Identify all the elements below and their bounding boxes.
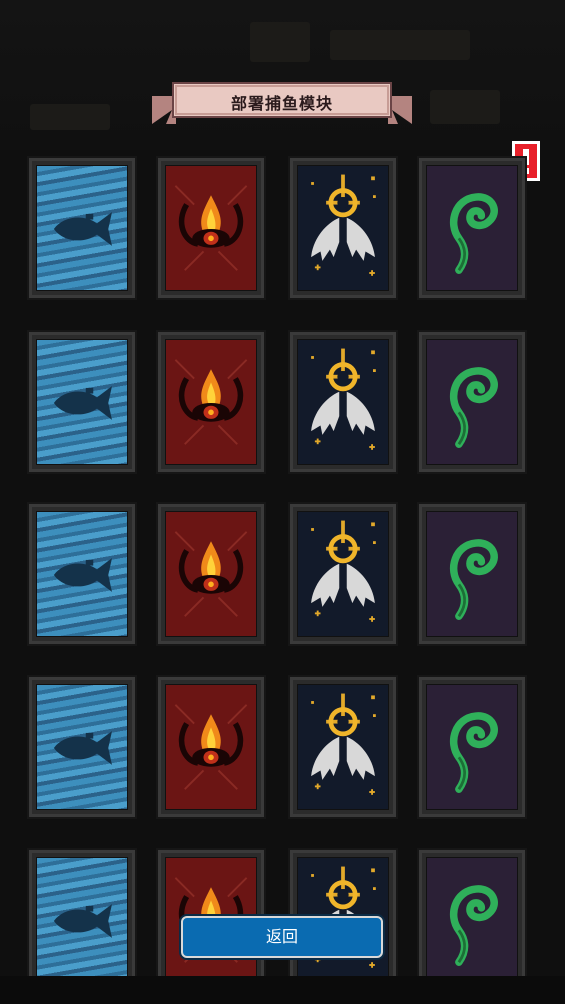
fire-eye-icon xyxy=(165,684,257,810)
background-shape xyxy=(430,90,500,124)
module-card-water-fish[interactable] xyxy=(27,848,137,976)
green-spiral-icon xyxy=(426,165,518,291)
winged-sun-icon xyxy=(297,165,389,291)
water-fish-icon xyxy=(36,857,128,976)
grid-row xyxy=(27,156,532,306)
background-shape xyxy=(330,30,470,60)
grid-row xyxy=(27,330,532,480)
fire-eye-icon xyxy=(165,339,257,465)
module-card-green-spiral[interactable] xyxy=(417,330,527,474)
winged-sun-icon xyxy=(297,339,389,465)
module-card-water-fish[interactable] xyxy=(27,330,137,474)
module-grid xyxy=(27,156,532,976)
green-spiral-icon xyxy=(426,857,518,976)
background-shape xyxy=(250,22,310,62)
module-card-green-spiral[interactable] xyxy=(417,675,527,819)
grid-row xyxy=(27,675,532,825)
fire-eye-icon xyxy=(165,511,257,637)
green-spiral-icon xyxy=(426,511,518,637)
module-card-fire-eye[interactable] xyxy=(156,675,266,819)
module-card-winged-sun[interactable] xyxy=(288,502,398,646)
module-card-green-spiral[interactable] xyxy=(417,848,527,976)
title-ribbon: 部署捕鱼模块 xyxy=(152,80,412,130)
module-card-fire-eye[interactable] xyxy=(156,156,266,300)
fire-eye-icon xyxy=(165,165,257,291)
green-spiral-icon xyxy=(426,339,518,465)
module-card-fire-eye[interactable] xyxy=(156,330,266,474)
water-fish-icon xyxy=(36,684,128,810)
module-card-water-fish[interactable] xyxy=(27,502,137,646)
back-button[interactable]: 返回 xyxy=(181,916,383,958)
module-card-fire-eye[interactable] xyxy=(156,502,266,646)
water-fish-icon xyxy=(36,339,128,465)
module-card-winged-sun[interactable] xyxy=(288,156,398,300)
module-card-winged-sun[interactable] xyxy=(288,675,398,819)
module-card-water-fish[interactable] xyxy=(27,675,137,819)
bottom-bar xyxy=(0,976,565,1004)
grid-row xyxy=(27,502,532,652)
module-card-green-spiral[interactable] xyxy=(417,502,527,646)
background-shape xyxy=(30,104,110,130)
winged-sun-icon xyxy=(297,511,389,637)
winged-sun-icon xyxy=(297,684,389,810)
water-fish-icon xyxy=(36,165,128,291)
module-card-green-spiral[interactable] xyxy=(417,156,527,300)
green-spiral-icon xyxy=(426,684,518,810)
page-title: 部署捕鱼模块 xyxy=(230,94,333,113)
module-card-winged-sun[interactable] xyxy=(288,330,398,474)
water-fish-icon xyxy=(36,511,128,637)
module-card-water-fish[interactable] xyxy=(27,156,137,300)
